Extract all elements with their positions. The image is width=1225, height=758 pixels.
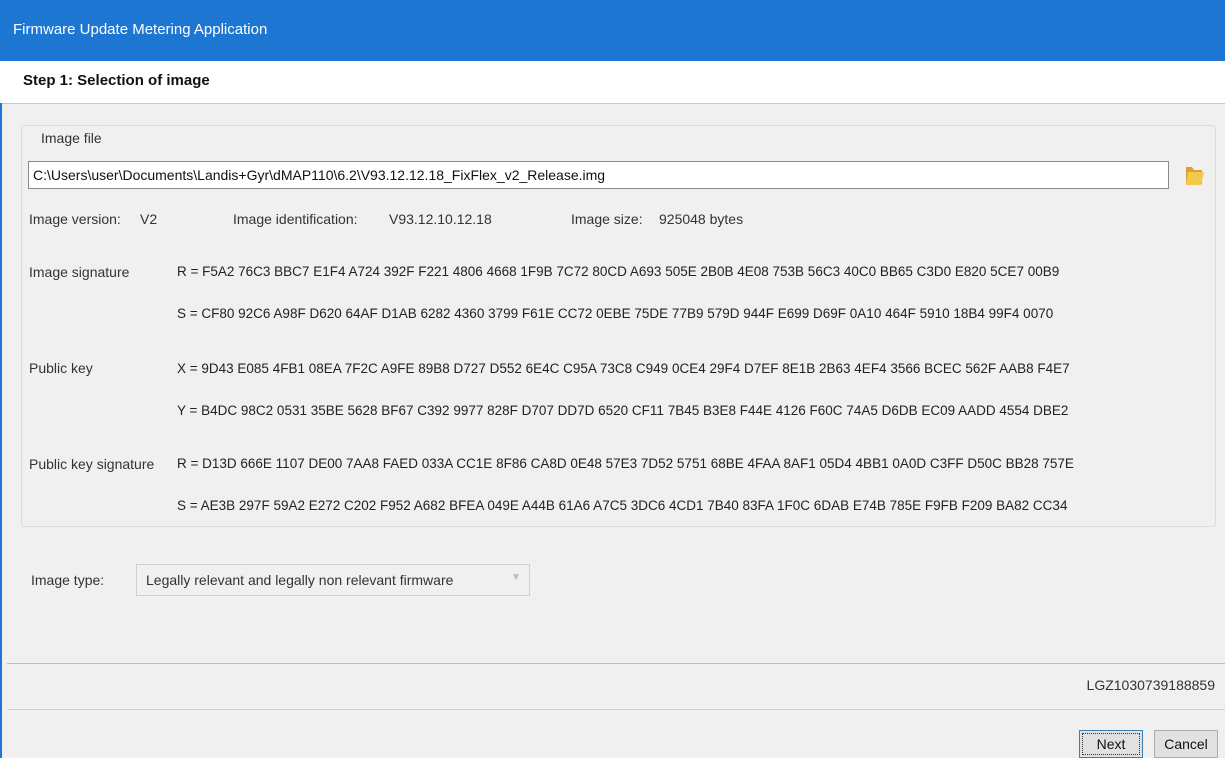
divider — [7, 709, 1225, 710]
step-title: Step 1: Selection of image — [23, 72, 210, 89]
chevron-down-icon: ▼ — [511, 572, 521, 583]
image-version-value: V2 — [140, 211, 158, 227]
public-key-label: Public key — [29, 360, 93, 376]
public-key-signature-s: S = AE3B 297F 59A2 E272 C202 F952 A682 B… — [177, 498, 1068, 513]
folder-open-icon[interactable] — [1183, 163, 1205, 187]
image-size-label: Image size: — [571, 211, 643, 227]
divider — [7, 663, 1225, 664]
public-key-x: X = 9D43 E085 4FB1 08EA 7F2C A9FE 89B8 D… — [177, 361, 1070, 376]
window-title: Firmware Update Metering Application — [13, 21, 268, 38]
image-identification-label: Image identification: — [233, 211, 358, 227]
image-signature-r: R = F5A2 76C3 BBC7 E1F4 A724 392F F221 4… — [177, 264, 1060, 279]
window-border — [0, 103, 2, 758]
image-type-select[interactable]: Legally relevant and legally non relevan… — [136, 564, 530, 596]
image-signature-s: S = CF80 92C6 A98F D620 64AF D1AB 6282 4… — [177, 306, 1054, 321]
device-serial: LGZ1030739188859 — [1086, 677, 1215, 693]
next-button[interactable]: Next — [1079, 730, 1143, 758]
image-path-input[interactable]: C:\Users\user\Documents\Landis+Gyr\dMAP1… — [28, 161, 1169, 189]
window-titlebar[interactable]: Firmware Update Metering Application — [0, 0, 1225, 61]
image-identification-value: V93.12.10.12.18 — [389, 211, 492, 227]
cancel-button[interactable]: Cancel — [1154, 730, 1218, 758]
image-version-label: Image version: — [29, 211, 121, 227]
image-file-legend: Image file — [37, 130, 106, 146]
image-signature-label: Image signature — [29, 264, 130, 280]
public-key-signature-label: Public key signature — [29, 456, 155, 472]
image-type-value: Legally relevant and legally non relevan… — [146, 572, 454, 588]
step-header: Step 1: Selection of image — [0, 61, 1225, 104]
public-key-signature-r: R = D13D 666E 1107 DE00 7AA8 FAED 033A C… — [177, 456, 1074, 471]
public-key-y: Y = B4DC 98C2 0531 35BE 5628 BF67 C392 9… — [177, 403, 1069, 418]
image-type-label: Image type: — [31, 572, 105, 588]
image-size-value: 925048 bytes — [659, 211, 744, 227]
